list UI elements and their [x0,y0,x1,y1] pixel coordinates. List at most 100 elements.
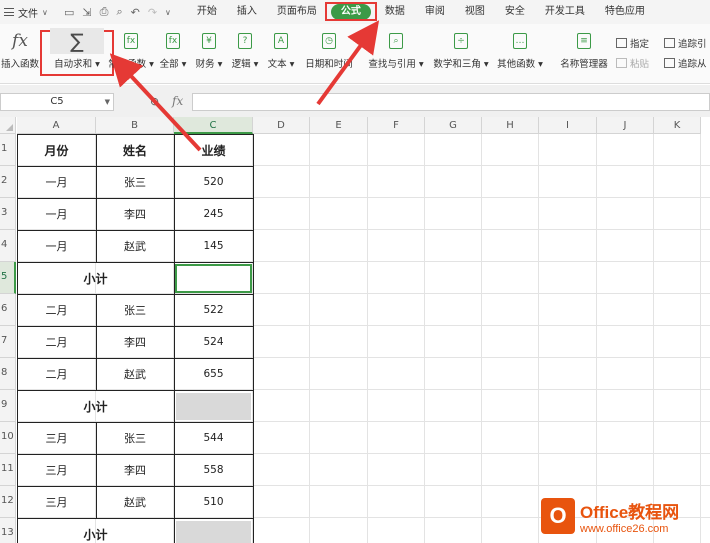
row-header-12[interactable]: 12 [0,486,16,518]
table-cell-month[interactable]: 二月 [17,326,96,358]
row-header-4[interactable]: 4 [0,230,16,262]
table-cell-value[interactable]: 245 [174,198,253,230]
text-functions-button[interactable]: A 文本 ▾ [266,28,296,70]
column-header-k[interactable]: K [654,117,701,134]
common-functions-button[interactable]: fx 常用函数 ▾ [105,28,157,70]
column-header-h[interactable]: H [482,117,539,134]
tab-2[interactable]: 页面布局 [267,0,327,24]
watermark: O Office教程网 www.office26.com [541,492,709,540]
table-cell-month[interactable]: 三月 [17,422,96,454]
row-header-7[interactable]: 7 [0,326,16,358]
table-cell-month[interactable]: 三月 [17,454,96,486]
fx-icon[interactable]: fx [172,94,183,108]
redo-icon[interactable]: ↷ [148,6,157,19]
table-cell-month[interactable]: 一月 [17,198,96,230]
table-cell-name[interactable]: 张三 [96,166,174,198]
column-header-f[interactable]: F [368,117,425,134]
subtotal-label-cell[interactable]: 小计 [17,262,174,294]
tab-8[interactable]: 开发工具 [535,0,595,24]
all-functions-button[interactable]: fx 全部 ▾ [158,28,188,70]
financial-button[interactable]: ¥ 财务 ▾ [194,28,224,70]
table-cell-value[interactable]: 145 [174,230,253,262]
trace-precedents-button[interactable]: 追踪引 [664,36,707,50]
export-icon[interactable]: ⇲ [82,6,91,19]
name-box[interactable]: C5 ▼ [0,93,114,111]
print-preview-icon[interactable]: ⌕ [116,5,122,19]
row-header-10[interactable]: 10 [0,422,16,454]
tab-1[interactable]: 插入 [227,0,267,24]
select-all-corner[interactable] [0,117,16,134]
autosum-button[interactable]: ∑ 自动求和 ▾ [46,28,108,70]
tab-7[interactable]: 安全 [495,0,535,24]
table-cell-value[interactable]: 510 [174,486,253,518]
undo-icon[interactable]: ↶ [131,6,140,19]
table-cell-name[interactable]: 赵武 [96,230,174,262]
row-header-3[interactable]: 3 [0,198,16,230]
table-cell-value[interactable]: 558 [174,454,253,486]
column-header-a[interactable]: A [17,117,96,134]
table-cell-month[interactable]: 二月 [17,294,96,326]
table-cell-name[interactable]: 张三 [96,294,174,326]
column-header-e[interactable]: E [310,117,368,134]
save-icon[interactable]: ▭ [64,6,74,19]
table-cell-name[interactable]: 赵武 [96,486,174,518]
row-header-1[interactable]: 1 [0,134,16,166]
column-header-i[interactable]: I [539,117,597,134]
table-cell-value[interactable]: 520 [174,166,253,198]
trace-dependents-button[interactable]: 追踪从 [664,56,707,70]
datetime-button[interactable]: ◷ 日期和时间 [301,28,357,70]
column-header-b[interactable]: B [96,117,174,134]
row-header-11[interactable]: 11 [0,454,16,486]
subtotal-value-cell[interactable] [176,393,251,420]
row-header-13[interactable]: 13 [0,518,16,543]
row-header-9[interactable]: 9 [0,390,16,422]
tab-3[interactable]: 公式 [324,0,377,24]
paste-label: 粘贴 [630,59,650,70]
subtotal-value-cell[interactable] [176,521,251,543]
lookup-button[interactable]: ⌕ 查找与引用 ▾ [366,28,426,70]
table-cell-month[interactable]: 一月 [17,166,96,198]
row-header-2[interactable]: 2 [0,166,16,198]
name-manager-button[interactable]: ≡ 名称管理器 [556,28,612,70]
table-cell-month[interactable]: 二月 [17,358,96,390]
table-border-vertical [174,262,175,294]
table-cell-month[interactable]: 三月 [17,486,96,518]
tab-6[interactable]: 视图 [455,0,495,24]
column-header-j[interactable]: J [597,117,654,134]
table-cell-value[interactable]: 655 [174,358,253,390]
subtotal-label-cell[interactable]: 小计 [17,390,174,422]
table-cell-value[interactable]: 524 [174,326,253,358]
tab-0[interactable]: 开始 [187,0,227,24]
column-header-d[interactable]: D [253,117,310,134]
column-header-c[interactable]: C [174,117,253,134]
print-icon[interactable]: ⎙ [100,5,109,19]
math-button[interactable]: ÷ 数学和三角 ▾ [431,28,491,70]
specify-button[interactable]: 指定 [616,36,649,50]
row-header-5[interactable]: 5 [0,262,16,294]
table-cell-value[interactable]: 544 [174,422,253,454]
logical-button[interactable]: ? 逻辑 ▾ [230,28,260,70]
insert-function-button[interactable]: fx 插入函数 [0,28,40,70]
row-header-8[interactable]: 8 [0,358,16,390]
row-header-6[interactable]: 6 [0,294,16,326]
paste-name-button[interactable]: 粘贴 [616,56,649,70]
chevron-down-icon[interactable]: ▼ [105,94,110,110]
more-icon[interactable]: ∨ [165,8,171,17]
tab-9[interactable]: 特色应用 [595,0,655,24]
formula-input[interactable] [192,93,710,111]
zoom-icon[interactable]: ⊕ [150,95,159,108]
table-cell-month[interactable]: 一月 [17,230,96,262]
tab-4[interactable]: 数据 [375,0,415,24]
table-cell-value[interactable]: 522 [174,294,253,326]
subtotal-label-cell[interactable]: 小计 [17,518,174,543]
active-cell-c5[interactable] [175,264,252,293]
file-menu[interactable]: 文件 ∨ [0,5,58,20]
table-cell-name[interactable]: 李四 [96,198,174,230]
other-functions-button[interactable]: … 其他函数 ▾ [495,28,545,70]
column-header-g[interactable]: G [425,117,482,134]
table-cell-name[interactable]: 李四 [96,326,174,358]
tab-5[interactable]: 审阅 [415,0,455,24]
table-cell-name[interactable]: 张三 [96,422,174,454]
table-cell-name[interactable]: 李四 [96,454,174,486]
table-cell-name[interactable]: 赵武 [96,358,174,390]
